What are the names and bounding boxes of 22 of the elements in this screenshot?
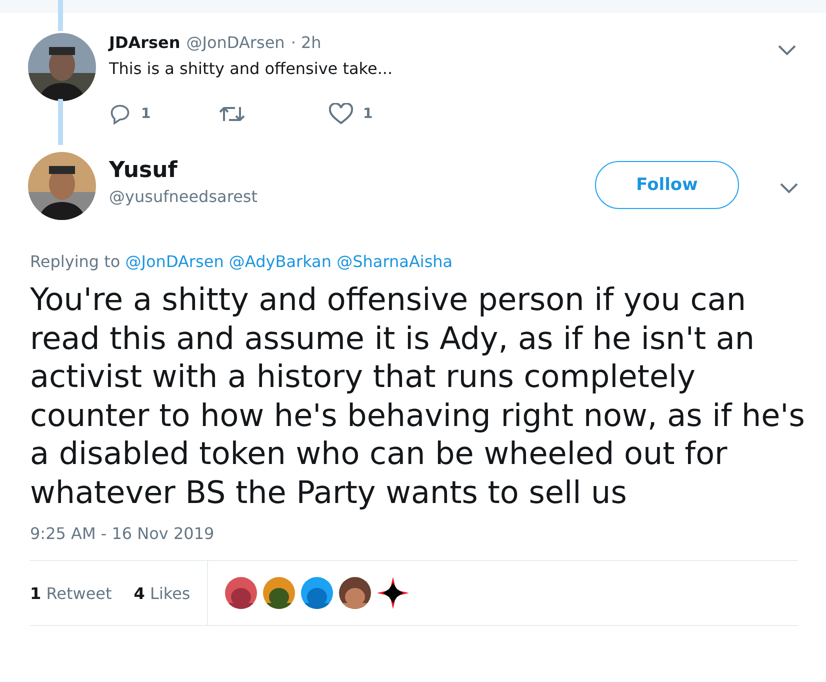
- author-name[interactable]: JDArsen: [109, 33, 180, 52]
- engagement-count[interactable]: 4 Likes: [134, 584, 190, 602]
- tweet-text: You're a shitty and offensive person if you can read this and assume it is Ady, as if he isn't an activist with a history that runs completely counter to how he's behaving right now, as if he's a disabled token who can be wheeled out for whatever BS the Party wants to sell us: [30, 281, 805, 512]
- author-handle[interactable]: @JonDArsen: [186, 33, 285, 52]
- author-handle[interactable]: @yusufneedsarest: [109, 187, 582, 206]
- heart-icon[interactable]: [329, 103, 353, 125]
- chevron-down-icon[interactable]: [780, 183, 798, 194]
- mention-link[interactable]: @JonDArsen: [125, 252, 224, 271]
- reply-count: 1: [141, 106, 151, 122]
- tweet-timestamp: 9:25 AM - 16 Nov 2019: [30, 524, 216, 543]
- engagement-count[interactable]: 1 Retweet: [30, 584, 112, 602]
- like-count: 1: [363, 106, 373, 122]
- tweet-text: This is a shitty and offensive take...: [109, 59, 394, 78]
- tweet-time[interactable]: · 2h: [290, 33, 322, 52]
- mention-link[interactable]: @SharnaAisha: [336, 252, 453, 271]
- reply-icon[interactable]: [109, 103, 131, 125]
- star-avatar-icon[interactable]: [377, 577, 410, 609]
- follow-button[interactable]: Follow: [595, 161, 739, 209]
- replying-to-text: Replying to @JonDArsen @AdyBarkan @SharnaAisha: [30, 252, 454, 271]
- mention-link[interactable]: @AdyBarkan: [228, 252, 332, 271]
- author-name[interactable]: Yusuf: [109, 158, 582, 183]
- chevron-down-icon[interactable]: [778, 45, 796, 56]
